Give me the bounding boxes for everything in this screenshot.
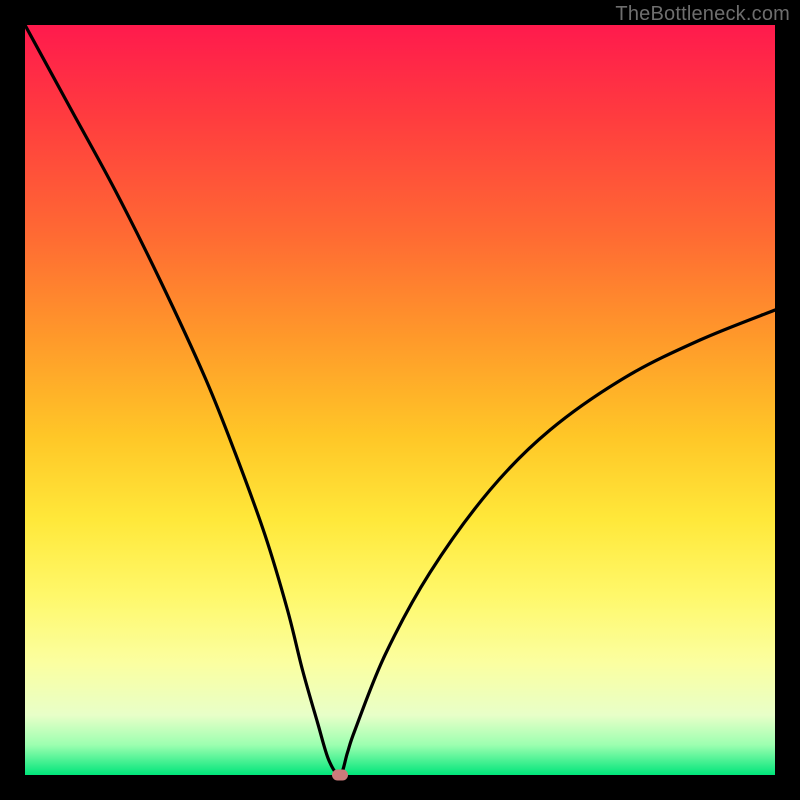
plot-area <box>25 25 775 775</box>
optimal-point-marker <box>332 770 348 781</box>
chart-frame: TheBottleneck.com <box>0 0 800 800</box>
bottleneck-curve <box>25 25 775 775</box>
curve-svg <box>25 25 775 775</box>
watermark-text: TheBottleneck.com <box>615 3 790 26</box>
